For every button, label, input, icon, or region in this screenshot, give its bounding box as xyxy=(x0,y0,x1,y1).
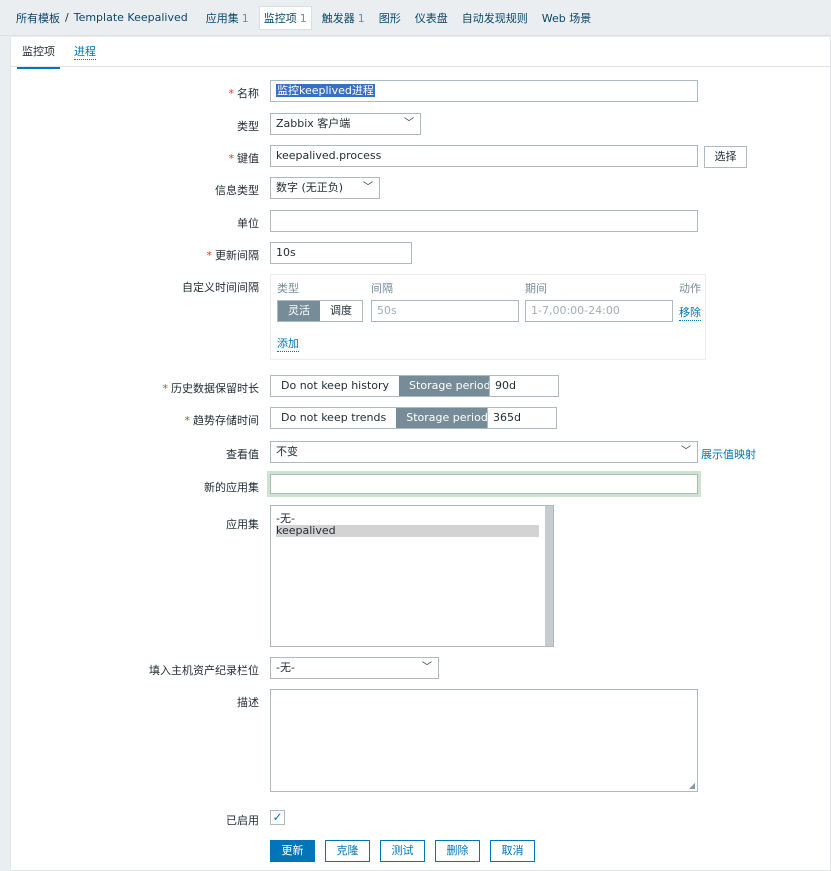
add-interval-link[interactable]: 添加 xyxy=(277,335,299,352)
chevron-down-icon: ﹀ xyxy=(681,446,691,457)
breadcrumb-separator: / xyxy=(65,11,69,24)
trends-value-input[interactable]: 365d xyxy=(487,407,557,429)
resize-grip-icon[interactable]: ◢ xyxy=(689,781,695,790)
subtab-item[interactable]: 监控项 xyxy=(17,43,60,69)
chevron-down-icon: ﹀ xyxy=(404,118,414,129)
units-input[interactable] xyxy=(270,210,698,232)
custom-intervals-table: 类型 间隔 期间 动作 灵活 调度 50s 1-7,00:00-24:00 移除… xyxy=(270,274,706,360)
type-select[interactable]: Zabbix 客户端 ﹀ xyxy=(270,113,421,135)
subtab-process[interactable]: 进程 xyxy=(74,43,96,60)
description-textarea[interactable]: ◢ xyxy=(270,689,698,792)
test-button[interactable]: 测试 xyxy=(380,840,425,862)
flexible-option[interactable]: 灵活 xyxy=(278,301,320,321)
applications-label: 应用集 xyxy=(226,518,259,531)
remove-interval-link[interactable]: 移除 xyxy=(679,304,701,321)
name-input[interactable]: 监控keeplived进程 xyxy=(270,80,698,102)
history-label: * 历史数据保留时长 xyxy=(162,382,260,395)
tab-dashboards[interactable]: 仪表盘 xyxy=(415,10,448,26)
units-label: 单位 xyxy=(237,217,259,230)
all-templates-link[interactable]: 所有模板 xyxy=(16,10,60,26)
delete-button[interactable]: 删除 xyxy=(435,840,480,862)
show-value-select[interactable]: 不变 ﹀ xyxy=(270,441,698,463)
trends-storage-period-option[interactable]: Storage period xyxy=(396,408,498,428)
key-input[interactable]: keepalived.process xyxy=(270,145,698,167)
type-label: 类型 xyxy=(237,120,259,133)
intervals-header-interval: 间隔 xyxy=(371,282,393,295)
key-select-button[interactable]: 选择 xyxy=(704,146,747,168)
chevron-down-icon: ﹀ xyxy=(422,662,432,673)
tab-applications[interactable]: 应用集 1 xyxy=(206,10,249,26)
description-label: 描述 xyxy=(237,696,259,709)
clone-button[interactable]: 克隆 xyxy=(325,840,370,862)
chevron-down-icon: ﹀ xyxy=(363,182,373,193)
update-button[interactable]: 更新 xyxy=(270,840,315,862)
history-value-input[interactable]: 90d xyxy=(489,375,559,397)
tab-triggers[interactable]: 触发器 1 xyxy=(322,10,365,26)
do-not-keep-trends-option[interactable]: Do not keep trends xyxy=(271,408,397,428)
period-input[interactable]: 1-7,00:00-24:00 xyxy=(525,300,673,322)
applications-listbox[interactable]: -无- keepalived xyxy=(270,505,554,647)
custom-intervals-label: 自定义时间间隔 xyxy=(182,281,259,294)
update-interval-input[interactable]: 10s xyxy=(270,242,412,264)
inventory-select[interactable]: -无- ﹀ xyxy=(270,657,439,679)
new-application-input[interactable] xyxy=(267,471,701,497)
enabled-label: 已启用 xyxy=(226,814,259,827)
trends-mode-toggle: Do not keep trends Storage period xyxy=(270,407,499,429)
info-type-select[interactable]: 数字 (无正负) ﹀ xyxy=(270,177,380,199)
breadcrumb-nav: 所有模板 / Template Keepalived 应用集 1 监控项 1 触发器… xyxy=(0,0,831,36)
form-subtabs: 监控项 进程 xyxy=(11,37,830,69)
intervals-header-action: 动作 xyxy=(679,282,701,295)
trends-label: * 趋势存储时间 xyxy=(184,414,260,427)
checkmark-icon: ✓ xyxy=(272,810,283,824)
show-value-label: 查看值 xyxy=(226,448,259,461)
scheduling-option[interactable]: 调度 xyxy=(320,301,362,321)
template-link[interactable]: Template Keepalived xyxy=(74,11,188,24)
enabled-checkbox[interactable]: ✓ xyxy=(270,810,285,825)
interval-input[interactable]: 50s xyxy=(371,300,519,322)
intervals-header-period: 期间 xyxy=(525,282,547,295)
tab-web-scenarios[interactable]: Web 场景 xyxy=(542,10,591,26)
new-application-label: 新的应用集 xyxy=(204,481,259,494)
item-form-panel: 监控项 进程 * 名称 监控keeplived进程 类型 Zabbix 客户端 ﹀ … xyxy=(10,37,831,871)
inventory-label: 填入主机资产纪录栏位 xyxy=(149,664,259,677)
tab-graphs[interactable]: 图形 xyxy=(379,10,401,26)
do-not-keep-history-option[interactable]: Do not keep history xyxy=(271,376,400,396)
tab-items[interactable]: 监控项 1 xyxy=(258,5,312,30)
key-label: * 键值 xyxy=(228,152,260,165)
history-mode-toggle: Do not keep history Storage period xyxy=(270,375,502,397)
application-option[interactable]: keepalived xyxy=(276,525,539,537)
update-interval-label: * 更新间隔 xyxy=(206,249,260,262)
tab-discovery-rules[interactable]: 自动发现规则 xyxy=(462,10,528,26)
name-label: * 名称 xyxy=(228,87,260,100)
listbox-scrollbar[interactable] xyxy=(545,506,553,646)
info-type-label: 信息类型 xyxy=(215,184,259,197)
cancel-button[interactable]: 取消 xyxy=(490,840,535,862)
interval-type-toggle: 灵活 调度 xyxy=(277,300,363,322)
show-value-mapping-link[interactable]: 展示值映射 xyxy=(701,446,756,462)
intervals-header-type: 类型 xyxy=(277,282,299,295)
history-storage-period-option[interactable]: Storage period xyxy=(399,376,501,396)
